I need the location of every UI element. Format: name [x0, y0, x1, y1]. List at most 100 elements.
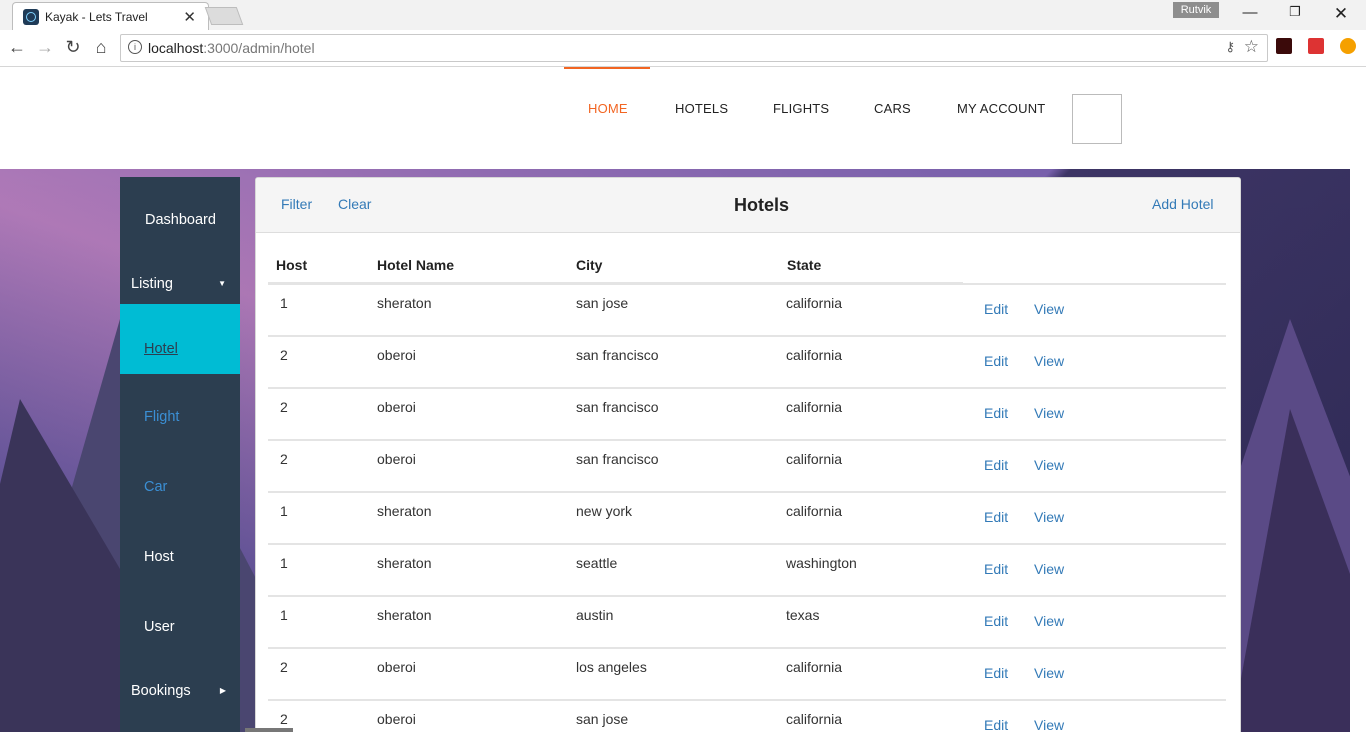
pdf-extension-icon[interactable]: [1276, 38, 1292, 54]
cell-state: texas: [786, 607, 820, 623]
table-row: 2 oberoi san jose california Edit View: [268, 699, 1226, 732]
table-row: 2 oberoi san francisco california Edit View: [268, 387, 1226, 441]
table-row: 1 sheraton new york california Edit View: [268, 491, 1226, 545]
table-row: 1 sheraton seattle washington Edit View: [268, 543, 1226, 597]
avatar[interactable]: [1072, 94, 1122, 144]
profile-badge[interactable]: Rutvik: [1173, 2, 1219, 18]
key-icon[interactable]: ⚷: [1225, 39, 1235, 55]
cell-hotel-name: oberoi: [377, 399, 416, 415]
cell-hotel-name: sheraton: [377, 555, 432, 571]
edit-link[interactable]: Edit: [984, 353, 1008, 369]
edit-link[interactable]: Edit: [984, 301, 1008, 317]
forward-arrow-icon[interactable]: →: [34, 37, 56, 58]
minimize-icon[interactable]: —: [1235, 4, 1265, 21]
nav-home[interactable]: HOME: [588, 101, 628, 116]
view-link[interactable]: View: [1034, 405, 1064, 421]
clear-link[interactable]: Clear: [338, 196, 371, 212]
admin-sidebar: Dashboard Listing ▼ Hotel Flight Car Hos…: [120, 177, 240, 732]
cell-host: 2: [280, 347, 288, 363]
cell-city: san francisco: [576, 451, 659, 467]
back-arrow-icon[interactable]: ←: [6, 37, 28, 58]
table-row: 2 oberoi los angeles california Edit View: [268, 647, 1226, 701]
nav-my-account[interactable]: MY ACCOUNT: [957, 101, 1045, 116]
edit-link[interactable]: Edit: [984, 665, 1008, 681]
cell-host: 2: [280, 451, 288, 467]
url-path: :3000/admin/hotel: [203, 40, 315, 56]
filter-link[interactable]: Filter: [281, 196, 312, 212]
view-link[interactable]: View: [1034, 457, 1064, 473]
active-nav-indicator: [564, 67, 650, 69]
edit-link[interactable]: Edit: [984, 405, 1008, 421]
cell-city: san francisco: [576, 399, 659, 415]
cell-host: 1: [280, 295, 288, 311]
cell-hotel-name: sheraton: [377, 295, 432, 311]
cell-host: 2: [280, 399, 288, 415]
panel-header: Filter Clear Hotels Add Hotel: [256, 178, 1240, 233]
cell-state: california: [786, 295, 843, 311]
sidebar-item-label: Hotel: [144, 341, 178, 357]
add-hotel-link[interactable]: Add Hotel: [1152, 196, 1213, 212]
extension-icon[interactable]: [1308, 38, 1324, 54]
view-link[interactable]: View: [1034, 353, 1064, 369]
table-row: 1 sheraton san jose california Edit View: [268, 283, 1226, 337]
top-navigation: HOME HOTELS FLIGHTS CARS MY ACCOUNT: [0, 67, 1350, 169]
edit-link[interactable]: Edit: [984, 717, 1008, 732]
table-row: 2 oberoi san francisco california Edit View: [268, 335, 1226, 389]
cell-city: san jose: [576, 711, 629, 727]
cell-state: california: [786, 711, 843, 727]
view-link[interactable]: View: [1034, 665, 1064, 681]
address-bar-row: ← → ↻ ⌂ i localhost:3000/admin/hotel ⚷ ☆: [0, 30, 1366, 67]
column-header-host: Host: [276, 257, 308, 273]
table-row: 2 oberoi san francisco california Edit View: [268, 439, 1226, 493]
sidebar-item-label: Dashboard: [145, 212, 216, 228]
home-icon[interactable]: ⌂: [90, 37, 112, 58]
nav-flights[interactable]: FLIGHTS: [773, 101, 829, 116]
cell-state: california: [786, 347, 843, 363]
cell-hotel-name: oberoi: [377, 347, 416, 363]
view-link[interactable]: View: [1034, 613, 1064, 629]
cell-host: 1: [280, 555, 288, 571]
cell-hotel-name: sheraton: [377, 607, 432, 623]
reload-icon[interactable]: ↻: [62, 37, 84, 58]
cell-hotel-name: sheraton: [377, 503, 432, 519]
browser-tab-strip: Kayak - Lets Travel ✕ Rutvik — ❐ ✕: [0, 0, 1366, 31]
sidebar-item-label: User: [144, 619, 175, 635]
window-close-icon[interactable]: ✕: [1326, 4, 1356, 24]
column-header-state: State: [787, 257, 822, 273]
edit-link[interactable]: Edit: [984, 509, 1008, 525]
edit-link[interactable]: Edit: [984, 457, 1008, 473]
sidebar-item-label: Flight: [144, 409, 180, 425]
view-link[interactable]: View: [1034, 717, 1064, 732]
edit-link[interactable]: Edit: [984, 561, 1008, 577]
restore-icon[interactable]: ❐: [1280, 4, 1310, 20]
cell-city: los angeles: [576, 659, 647, 675]
sidebar-item-hotel[interactable]: Hotel: [120, 304, 240, 374]
page-viewport: HOME HOTELS FLIGHTS CARS MY ACCOUNT Dash…: [0, 67, 1350, 732]
view-link[interactable]: View: [1034, 509, 1064, 525]
column-header-hotel-name: Hotel Name: [377, 257, 455, 273]
nav-cars[interactable]: CARS: [874, 101, 911, 116]
browser-tab[interactable]: Kayak - Lets Travel ✕: [12, 2, 209, 31]
new-tab-button[interactable]: [204, 7, 244, 25]
view-link[interactable]: View: [1034, 301, 1064, 317]
cell-host: 1: [280, 607, 288, 623]
info-icon[interactable]: i: [128, 40, 142, 54]
url-host: localhost: [148, 40, 204, 56]
caret-right-icon: ▶: [219, 686, 226, 695]
update-icon[interactable]: [1340, 38, 1356, 54]
tab-title: Kayak - Lets Travel: [45, 10, 148, 24]
horizontal-scroll-thumb[interactable]: [245, 728, 293, 732]
nav-hotels[interactable]: HOTELS: [675, 101, 728, 116]
hotels-panel: Filter Clear Hotels Add Hotel Host Hotel…: [255, 177, 1241, 732]
close-tab-icon[interactable]: ✕: [183, 8, 196, 26]
cell-state: washington: [786, 555, 857, 571]
sidebar-item-label: Bookings: [131, 683, 191, 699]
url-text: localhost:3000/admin/hotel: [148, 40, 315, 56]
url-input[interactable]: i localhost:3000/admin/hotel ⚷ ☆: [120, 34, 1268, 62]
table-row: 1 sheraton austin texas Edit View: [268, 595, 1226, 649]
bookmark-star-icon[interactable]: ☆: [1244, 37, 1259, 57]
cell-state: california: [786, 503, 843, 519]
edit-link[interactable]: Edit: [984, 613, 1008, 629]
view-link[interactable]: View: [1034, 561, 1064, 577]
cell-host: 1: [280, 503, 288, 519]
